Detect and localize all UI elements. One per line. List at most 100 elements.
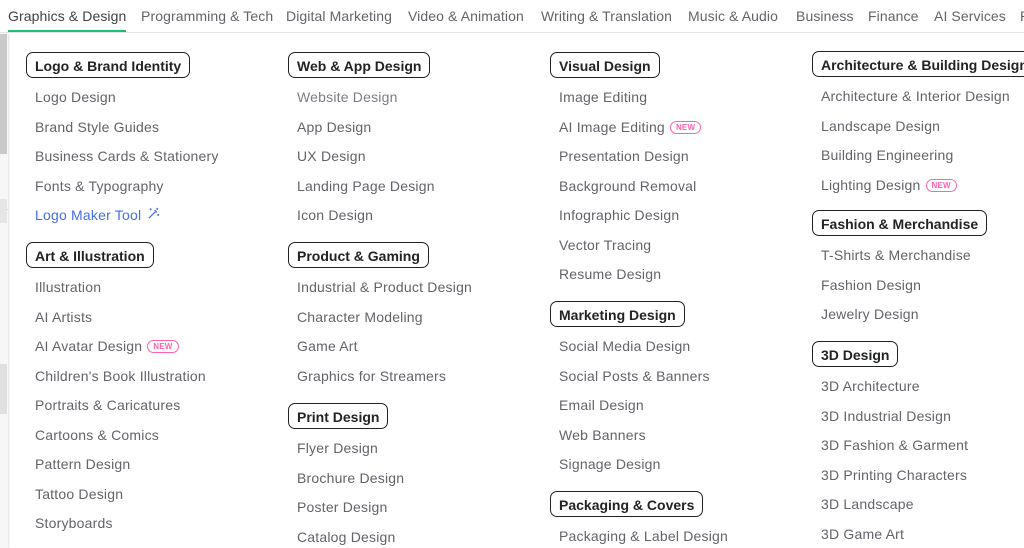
link-signage-design[interactable]: Signage Design [559,456,661,472]
link-jewelry-design[interactable]: Jewelry Design [821,306,919,322]
nav-next-category[interactable]: P [1020,8,1024,24]
link-email-design[interactable]: Email Design [559,397,644,413]
nav-graphics-design[interactable]: Graphics & Design [8,8,126,24]
nav-programming-tech[interactable]: Programming & Tech [141,8,273,24]
link-pattern-design[interactable]: Pattern Design [35,456,130,472]
link-tattoo-design[interactable]: Tattoo Design [35,486,123,502]
new-badge: NEW [147,340,179,353]
link-infographic-design[interactable]: Infographic Design [559,207,679,223]
link-3d-game-art[interactable]: 3D Game Art [821,526,904,542]
link-3d-fashion-garment[interactable]: 3D Fashion & Garment [821,437,968,453]
link-label: Logo Design [35,89,116,105]
link-social-posts-banners[interactable]: Social Posts & Banners [559,368,710,384]
nav-finance[interactable]: Finance [868,8,919,24]
link-business-cards-stationery[interactable]: Business Cards & Stationery [35,148,219,164]
link-portraits-caricatures[interactable]: Portraits & Caricatures [35,397,180,413]
link-catalog-design[interactable]: Catalog Design [297,529,396,545]
heading-web-app-design[interactable]: Web & App Design [288,52,431,78]
link-cartoons-comics[interactable]: Cartoons & Comics [35,427,159,443]
link-brand-style-guides[interactable]: Brand Style Guides [35,119,159,135]
link-ai-avatar-design[interactable]: AI Avatar Design NEW [35,338,179,354]
nav-business[interactable]: Business [796,8,854,24]
link-graphics-for-streamers[interactable]: Graphics for Streamers [297,368,446,384]
link-image-editing[interactable]: Image Editing [559,89,647,105]
heading-print-design[interactable]: Print Design [288,403,389,429]
link-label: Portraits & Caricatures [35,397,181,413]
link-website-design[interactable]: Website Design [297,89,398,105]
link-brochure-design[interactable]: Brochure Design [297,470,404,486]
link-3d-landscape[interactable]: 3D Landscape [821,496,914,512]
link-label: 3D Game Art [821,525,905,542]
link-label: Signage Design [559,456,661,472]
link-resume-design[interactable]: Resume Design [559,266,661,282]
link-ux-design[interactable]: UX Design [297,148,366,164]
link-fonts-typography[interactable]: Fonts & Typography [35,178,164,194]
link-label: Pattern Design [35,456,131,472]
link-label: AI Image Editing [559,118,665,135]
link-social-media-design[interactable]: Social Media Design [559,338,690,354]
link-label: Illustration [35,279,102,295]
link-illustration[interactable]: Illustration [35,279,101,295]
link-landing-page-design[interactable]: Landing Page Design [297,178,435,194]
link-vector-tracing[interactable]: Vector Tracing [559,237,651,253]
nav-digital-marketing[interactable]: Digital Marketing [286,8,392,24]
link-fashion-design[interactable]: Fashion Design [821,277,921,293]
link-3d-architecture[interactable]: 3D Architecture [821,378,920,394]
link-label: Industrial & Product Design [297,279,473,295]
nav-ai-services[interactable]: AI Services [934,8,1006,24]
link-children-s-book-illustration[interactable]: Children's Book Illustration [35,368,206,384]
link-label: AI Artists [35,308,93,325]
heading-logo-brand-identity[interactable]: Logo & Brand Identity [26,52,191,78]
link-label: Flyer Design [297,440,378,456]
active-tab-indicator [8,30,126,32]
heading-packaging-covers[interactable]: Packaging & Covers [550,491,704,517]
link-logo-design[interactable]: Logo Design [35,89,116,105]
link-label: Packaging & Label Design [559,528,729,544]
link-label: Brochure Design [297,469,405,486]
link-presentation-design[interactable]: Presentation Design [559,148,689,164]
link-label: Graphics for Streamers [297,367,447,384]
link-architecture-interior-design[interactable]: Architecture & Interior Design [821,88,1010,104]
link-lighting-design[interactable]: Lighting Design NEW [821,177,957,193]
link-label: Email Design [559,397,644,413]
link-label: Resume Design [559,266,662,282]
link-3d-printing-characters[interactable]: 3D Printing Characters [821,467,967,483]
magic-wand-icon [147,207,160,223]
link-icon-design[interactable]: Icon Design [297,207,373,223]
background-strip [0,364,7,414]
link-web-banners[interactable]: Web Banners [559,427,646,443]
link-character-modeling[interactable]: Character Modeling [297,309,423,325]
link-flyer-design[interactable]: Flyer Design [297,440,378,456]
link-label: Building Engineering [821,147,954,163]
heading-3d-design[interactable]: 3D Design [812,341,899,367]
nav-video-animation[interactable]: Video & Animation [408,8,524,24]
link-ai-artists[interactable]: AI Artists [35,309,92,325]
nav-writing-translation[interactable]: Writing & Translation [541,8,672,24]
heading-marketing-design[interactable]: Marketing Design [550,301,685,327]
link-storyboards[interactable]: Storyboards [35,515,113,531]
nav-music-audio[interactable]: Music & Audio [688,8,778,24]
link-label: Infographic Design [559,207,680,223]
background-page-edge: E [0,34,8,548]
heading-art-illustration[interactable]: Art & Illustration [26,242,154,268]
link-ai-image-editing[interactable]: AI Image Editing NEW [559,118,702,135]
link-logo-maker-tool[interactable]: Logo Maker Tool [35,207,160,223]
link-3d-industrial-design[interactable]: 3D Industrial Design [821,408,951,424]
link-building-engineering[interactable]: Building Engineering [821,147,953,163]
link-app-design[interactable]: App Design [297,119,371,135]
link-packaging-label-design[interactable]: Packaging & Label Design [559,528,728,544]
heading-architecture-building-design[interactable]: Architecture & Building Design [812,51,1024,77]
link-label: Architecture & Interior Design [821,88,1010,104]
link-label: Website Design [297,89,398,105]
heading-product-gaming[interactable]: Product & Gaming [288,242,429,268]
link-label: UX Design [297,148,366,164]
heading-fashion-merchandise[interactable]: Fashion & Merchandise [812,210,988,236]
link-t-shirts-merchandise[interactable]: T-Shirts & Merchandise [821,247,971,263]
link-game-art[interactable]: Game Art [297,338,358,354]
link-background-removal[interactable]: Background Removal [559,178,696,194]
link-poster-design[interactable]: Poster Design [297,499,388,515]
heading-visual-design[interactable]: Visual Design [550,52,660,78]
link-label: Social Media Design [559,338,691,354]
link-landscape-design[interactable]: Landscape Design [821,118,940,134]
link-industrial-product-design[interactable]: Industrial & Product Design [297,279,472,295]
